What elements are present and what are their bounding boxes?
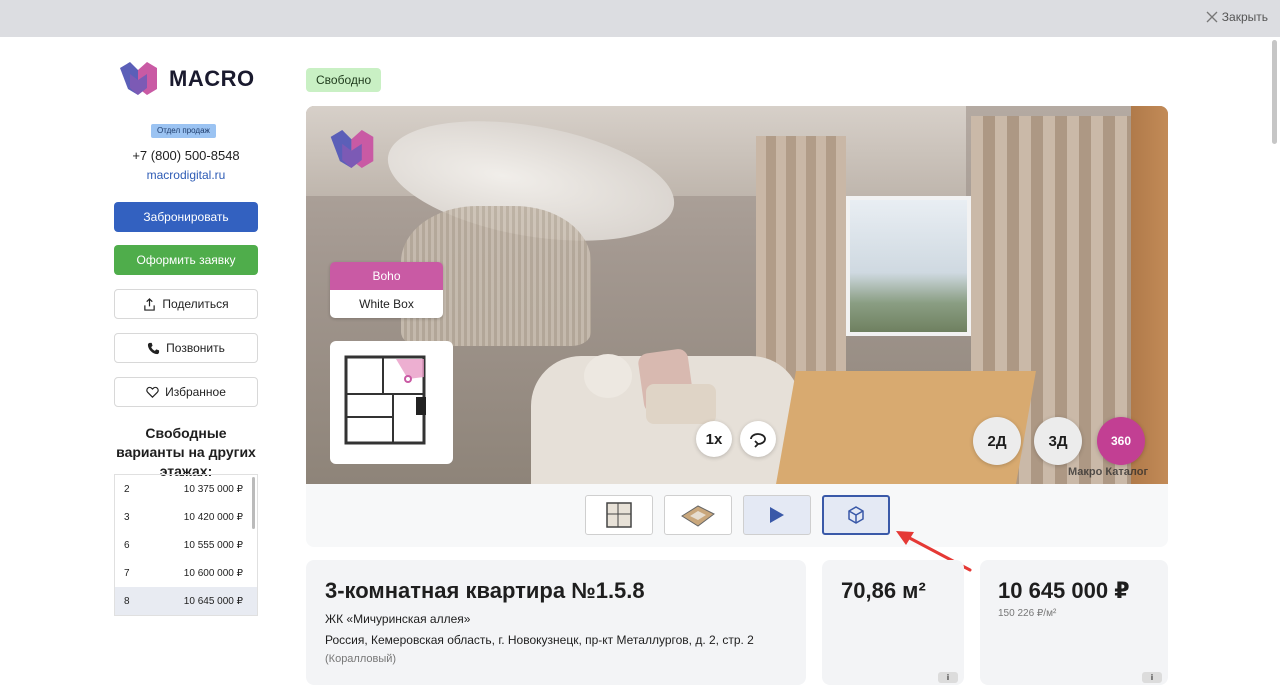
- floor-number: 7: [124, 567, 130, 579]
- play-icon: [770, 507, 784, 523]
- floor-row[interactable]: 7 10 600 000 ₽: [115, 559, 257, 587]
- floor-row-selected[interactable]: 8 10 645 000 ₽: [115, 587, 257, 615]
- department-badge: Отдел продаж: [151, 124, 216, 138]
- price-card: 10 645 000 ₽ 150 226 ₽/м² i: [980, 560, 1168, 685]
- mode-360-button[interactable]: 360: [1097, 417, 1145, 465]
- status-badge: Свободно: [306, 68, 382, 92]
- watermark: Макро Каталог: [1068, 466, 1149, 478]
- apply-button[interactable]: Оформить заявку: [114, 245, 258, 275]
- other-floors-list: 2 10 375 000 ₽ 3 10 420 000 ₽ 6 10 555 000 …: [114, 474, 258, 616]
- style-option-boho[interactable]: Boho: [330, 262, 443, 290]
- pano-label: 360: [1110, 434, 1132, 448]
- cube-icon: [848, 506, 864, 524]
- thumb-video[interactable]: [743, 495, 811, 535]
- apartment-title: 3-комнатная квартира №1.5.8: [325, 578, 645, 603]
- floor-number: 2: [124, 483, 130, 495]
- floorplan-2d-icon: [606, 502, 632, 528]
- website-link[interactable]: macrodigital.ru: [114, 168, 258, 182]
- floor-price: 10 645 000 ₽: [183, 595, 243, 607]
- top-bar: Закрыть: [0, 0, 1280, 37]
- panorama-viewer[interactable]: Boho White Box 1x 2Д 3Д 360 Макро Катало…: [306, 106, 1168, 484]
- rotate-icon: [750, 433, 766, 448]
- close-icon: [1206, 11, 1218, 23]
- floor-list-scrollbar[interactable]: [252, 477, 255, 529]
- mode-3d-button[interactable]: 3Д: [1034, 417, 1082, 465]
- viewer-logo-icon: [330, 130, 374, 168]
- room-window: [846, 196, 971, 336]
- brand-logo[interactable]: MACRO: [120, 62, 255, 95]
- phone-icon: [148, 342, 160, 354]
- speed-button[interactable]: 1x: [696, 421, 732, 457]
- floor-number: 3: [124, 511, 130, 523]
- style-option-white-box[interactable]: White Box: [330, 290, 443, 318]
- apartment-address: Россия, Кемеровская область, г. Новокузн…: [325, 633, 754, 647]
- floor-price: 10 420 000 ₽: [183, 511, 243, 523]
- macro-logo-icon: [120, 62, 157, 95]
- page-scrollbar[interactable]: [1272, 40, 1277, 144]
- floor-row[interactable]: 2 10 375 000 ₽: [115, 475, 257, 503]
- favorite-button[interactable]: Избранное: [114, 377, 258, 407]
- media-thumbnails: [585, 495, 890, 535]
- price-info-button[interactable]: i: [1142, 672, 1162, 683]
- heart-icon: [146, 386, 159, 398]
- call-label: Позвонить: [166, 341, 225, 355]
- apartment-price: 10 645 000 ₽: [998, 578, 1130, 603]
- floorplan-minimap[interactable]: [330, 341, 453, 464]
- call-button[interactable]: Позвонить: [114, 333, 258, 363]
- close-label: Закрыть: [1221, 10, 1268, 24]
- floorplan-icon: [344, 355, 426, 445]
- floor-row[interactable]: 6 10 555 000 ₽: [115, 531, 257, 559]
- mode-2d-button[interactable]: 2Д: [973, 417, 1021, 465]
- floorplan-3d-icon: [681, 505, 715, 527]
- favorite-label: Избранное: [165, 385, 226, 399]
- pillow: [646, 384, 716, 424]
- pillow: [584, 354, 632, 398]
- floor-price: 10 600 000 ₽: [183, 567, 243, 579]
- close-button[interactable]: Закрыть: [1206, 10, 1268, 24]
- other-floors-title: Свободные варианты на других этажах:: [116, 425, 256, 479]
- share-button[interactable]: Поделиться: [114, 289, 258, 319]
- area-info-button[interactable]: i: [938, 672, 958, 683]
- thumb-3d-tour[interactable]: [822, 495, 890, 535]
- autorotate-button[interactable]: [740, 421, 776, 457]
- thumb-floorplan-2d[interactable]: [585, 495, 653, 535]
- floor-number: 6: [124, 539, 130, 551]
- thumb-floorplan-3d[interactable]: [664, 495, 732, 535]
- floor-price: 10 555 000 ₽: [183, 539, 243, 551]
- book-button[interactable]: Забронировать: [114, 202, 258, 232]
- brand-name: MACRO: [169, 65, 255, 91]
- apartment-color: (Коралловый): [325, 653, 397, 665]
- style-switcher: Boho White Box: [330, 262, 443, 318]
- floor-number: 8: [124, 595, 130, 607]
- area-card: 70,86 м² i: [822, 560, 964, 685]
- complex-name: ЖК «Мичуринская аллея»: [325, 612, 471, 626]
- apartment-info-card: 3-комнатная квартира №1.5.8 ЖК «Мичуринс…: [306, 560, 806, 685]
- floor-row[interactable]: 3 10 420 000 ₽: [115, 503, 257, 531]
- media-panel: Boho White Box 1x 2Д 3Д 360 Макро Катало…: [306, 106, 1168, 547]
- share-label: Поделиться: [162, 297, 229, 311]
- floor-price: 10 375 000 ₽: [183, 483, 243, 495]
- apartment-area: 70,86 м²: [841, 578, 926, 603]
- phone-link[interactable]: +7 (800) 500-8548: [114, 148, 258, 163]
- share-icon: [144, 297, 156, 311]
- price-per-m2: 150 226 ₽/м²: [998, 608, 1057, 619]
